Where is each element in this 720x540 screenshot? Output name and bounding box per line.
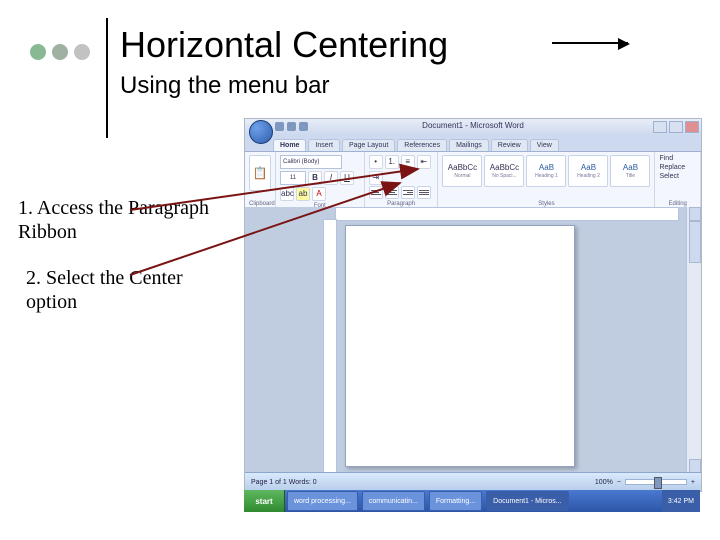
group-editing: Find Replace Select Editing: [655, 152, 701, 208]
tab-review[interactable]: Review: [491, 139, 528, 151]
ribbon-tabs: Home Insert Page Layout References Maili…: [245, 135, 701, 152]
bullet-dot: [30, 44, 46, 60]
window-titlebar[interactable]: Document1 - Microsoft Word: [245, 119, 701, 135]
style-heading-2[interactable]: AaBHeading 2: [568, 155, 608, 187]
ribbon: 📋 Clipboard Calibri (Body) 11 B I U abc …: [245, 152, 701, 209]
multilevel-button[interactable]: ≡: [401, 155, 415, 169]
tab-insert[interactable]: Insert: [308, 139, 340, 151]
replace-button[interactable]: Replace: [659, 164, 685, 171]
vertical-scrollbar[interactable]: [686, 207, 701, 473]
font-size-select[interactable]: 11: [280, 171, 306, 185]
vertical-ruler[interactable]: [323, 219, 337, 473]
paste-button[interactable]: 📋: [249, 155, 271, 191]
align-justify-button[interactable]: [417, 186, 431, 199]
tab-home[interactable]: Home: [273, 139, 306, 151]
group-paragraph: • 1. ≡ ⇤ ⇥ Paragraph: [365, 152, 439, 208]
scroll-down-icon[interactable]: [689, 459, 701, 473]
word-window: Document1 - Microsoft Word Home Insert P…: [244, 118, 702, 492]
step-1-text: 1. Access the Paragraph Ribbon: [18, 196, 238, 244]
style-title[interactable]: AaBTitle: [610, 155, 650, 187]
status-bar: Page 1 of 1 Words: 0 100% − +: [245, 472, 701, 491]
bold-button[interactable]: B: [308, 171, 322, 185]
scroll-thumb[interactable]: [689, 221, 701, 263]
zoom-slider[interactable]: [625, 479, 687, 485]
title-divider: [106, 18, 108, 138]
title-bullets: [30, 44, 90, 60]
style-no-spacing[interactable]: AaBbCcNo Spaci...: [484, 155, 524, 187]
title-arrow-icon: [552, 42, 628, 44]
find-button[interactable]: Find: [659, 155, 685, 162]
font-color-button[interactable]: A: [312, 187, 326, 201]
quick-access-toolbar[interactable]: [275, 122, 308, 131]
windows-taskbar: start word processing... communicatin...…: [244, 490, 700, 512]
zoom-in-button[interactable]: +: [691, 479, 695, 486]
office-button[interactable]: [249, 120, 273, 144]
highlight-button[interactable]: ab: [296, 187, 310, 201]
maximize-button[interactable]: [669, 121, 683, 133]
group-font: Calibri (Body) 11 B I U abc ab A Font: [276, 152, 365, 208]
window-title: Document1 - Microsoft Word: [422, 121, 524, 130]
minimize-button[interactable]: [653, 121, 667, 133]
document-workspace: [245, 207, 701, 473]
slide-subtitle: Using the menu bar: [120, 72, 329, 100]
group-styles: AaBbCcNormal AaBbCcNo Spaci... AaBHeadin…: [438, 152, 655, 208]
tab-view[interactable]: View: [530, 139, 559, 151]
system-tray[interactable]: 3:42 PM: [662, 490, 700, 512]
bullet-dot: [74, 44, 90, 60]
bullets-button[interactable]: •: [369, 155, 383, 169]
step-2-text: 2. Select the Center option: [26, 266, 226, 314]
align-left-button[interactable]: [369, 186, 383, 199]
status-page-info: Page 1 of 1 Words: 0: [251, 479, 317, 486]
bullet-dot: [52, 44, 68, 60]
scroll-up-icon[interactable]: [689, 207, 701, 221]
slide-title: Horizontal Centering: [120, 24, 448, 66]
taskbar-item[interactable]: communicatin...: [362, 491, 425, 511]
tab-mailings[interactable]: Mailings: [449, 139, 489, 151]
taskbar-item[interactable]: Formatting...: [429, 491, 482, 511]
start-button[interactable]: start: [244, 490, 285, 512]
style-normal[interactable]: AaBbCcNormal: [442, 155, 482, 187]
numbering-button[interactable]: 1.: [385, 155, 399, 169]
align-right-button[interactable]: [401, 186, 415, 199]
underline-button[interactable]: U: [340, 171, 354, 185]
tab-page-layout[interactable]: Page Layout: [342, 139, 395, 151]
zoom-slider-thumb[interactable]: [654, 477, 662, 489]
taskbar-item[interactable]: word processing...: [287, 491, 358, 511]
font-name-select[interactable]: Calibri (Body): [280, 155, 342, 169]
decrease-indent-button[interactable]: ⇤: [417, 155, 431, 169]
italic-button[interactable]: I: [324, 171, 338, 185]
group-clipboard: 📋 Clipboard: [245, 152, 276, 208]
horizontal-ruler[interactable]: [335, 207, 679, 221]
taskbar-item-active[interactable]: Document1 - Micros...: [486, 491, 568, 511]
align-center-button[interactable]: [385, 186, 399, 199]
tray-time: 3:42 PM: [668, 498, 694, 505]
tab-references[interactable]: References: [397, 139, 447, 151]
zoom-out-button[interactable]: −: [617, 479, 621, 486]
strike-button[interactable]: abc: [280, 187, 294, 201]
select-button[interactable]: Select: [659, 173, 685, 180]
document-page[interactable]: [345, 225, 575, 467]
zoom-value: 100%: [595, 479, 613, 486]
style-heading-1[interactable]: AaBHeading 1: [526, 155, 566, 187]
increase-indent-button[interactable]: ⇥: [369, 171, 383, 185]
close-button[interactable]: [685, 121, 699, 133]
